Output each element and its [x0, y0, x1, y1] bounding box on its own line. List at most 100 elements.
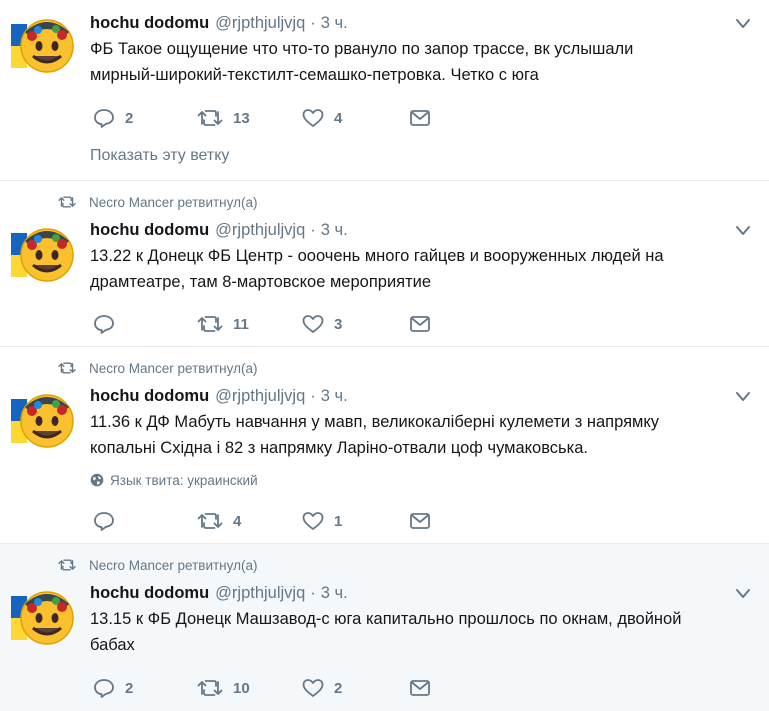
retweet-context: Necro Mancer ретвитнул(а) [58, 193, 257, 211]
direct-message-button[interactable] [409, 106, 431, 130]
reply-count: 2 [125, 109, 134, 127]
show-thread-link[interactable]: Показать эту ветку [90, 147, 229, 165]
tweet-text: 11.36 к ДФ Мабуть навчання у мавп, велик… [90, 409, 758, 461]
author-name[interactable]: hochu dodomu [90, 221, 209, 240]
chevron-down-icon[interactable] [735, 225, 751, 237]
like-button[interactable]: 4 [302, 106, 342, 130]
envelope-icon [410, 513, 430, 529]
avatar[interactable] [11, 10, 79, 78]
retweet-count: 13 [233, 109, 250, 127]
reply-icon [94, 109, 114, 128]
like-count: 4 [334, 109, 343, 127]
smiley-avatar-icon [11, 591, 74, 645]
retweet-icon [58, 361, 76, 375]
reply-button[interactable] [93, 312, 115, 336]
author-handle[interactable]: @rjpthjuljvjq [215, 14, 305, 33]
smiley-avatar-icon [11, 19, 74, 73]
reply-button[interactable]: 2 [93, 676, 133, 700]
heart-icon [302, 512, 324, 530]
tweet[interactable]: Necro Mancer ретвитнул(а) hochu dodomu @… [0, 347, 769, 544]
author-handle[interactable]: @rjpthjuljvjq [215, 584, 305, 603]
reply-button[interactable] [93, 509, 115, 533]
envelope-icon [410, 110, 430, 126]
tweet-text-line: 13.22 к Донецк ФБ Центр - ооочень много … [90, 247, 664, 265]
tweet-text: 13.15 к ФБ Донецк Машзавод-с юга капитал… [90, 606, 758, 658]
retweet-icon [58, 558, 76, 572]
envelope-icon [410, 680, 430, 696]
tweet-language: Язык твита: украинский [90, 471, 258, 489]
tweet-text-line: мирный-широкий-текстилт-семашко-петровка… [90, 66, 539, 84]
author-handle[interactable]: @rjpthjuljvjq [215, 387, 305, 406]
heart-icon [302, 109, 324, 127]
tweet-time[interactable]: 3 ч. [321, 221, 348, 240]
like-count: 2 [334, 679, 343, 697]
tweet-header: hochu dodomu @rjpthjuljvjq · 3 ч. [90, 385, 348, 407]
retweet-button[interactable]: 11 [197, 312, 249, 336]
like-count: 1 [334, 512, 343, 530]
direct-message-button[interactable] [409, 312, 431, 336]
reply-count: 2 [125, 679, 134, 697]
globe-icon [90, 473, 104, 487]
chevron-down-icon[interactable] [735, 18, 751, 30]
direct-message-button[interactable] [409, 676, 431, 700]
heart-icon [302, 315, 324, 333]
retweet-icon [58, 195, 76, 209]
avatar[interactable] [11, 582, 79, 650]
separator-dot: · [310, 583, 316, 602]
heart-icon [302, 679, 324, 697]
separator-dot: · [310, 13, 316, 32]
reply-icon [94, 315, 114, 334]
tweet-text-line: бабах [90, 636, 135, 654]
retweet-count: 4 [233, 512, 242, 530]
retweet-button[interactable]: 4 [197, 509, 241, 533]
tweet-language-label: Язык твита: украинский [110, 472, 258, 488]
retweet-icon [197, 513, 223, 529]
smiley-avatar-icon [11, 394, 74, 448]
retweet-count: 10 [233, 679, 250, 697]
smiley-avatar-icon [11, 228, 74, 282]
avatar[interactable] [11, 219, 79, 287]
retweet-button[interactable]: 10 [197, 676, 250, 700]
reply-button[interactable]: 2 [93, 106, 133, 130]
retweet-icon [197, 680, 223, 696]
tweet-text: ФБ Такое ощущение что что-то рвануло по … [90, 36, 758, 88]
retweet-icon [197, 316, 223, 332]
tweet-text-line: копальні Східна і 82 з напрямку Ларіно-о… [90, 439, 588, 457]
retweet-context-label[interactable]: Necro Mancer ретвитнул(а) [89, 558, 257, 573]
separator-dot: · [310, 386, 316, 405]
direct-message-button[interactable] [409, 509, 431, 533]
tweet-text-line: ФБ Такое ощущение что что-то рвануло по … [90, 40, 634, 58]
reply-icon [94, 679, 114, 698]
retweet-context-label[interactable]: Necro Mancer ретвитнул(а) [89, 361, 257, 376]
envelope-icon [410, 316, 430, 332]
reply-icon [94, 512, 114, 531]
tweet-header: hochu dodomu @rjpthjuljvjq · 3 ч. [90, 12, 348, 34]
retweet-context-label[interactable]: Necro Mancer ретвитнул(а) [89, 195, 257, 210]
tweet-time[interactable]: 3 ч. [321, 387, 348, 406]
author-name[interactable]: hochu dodomu [90, 387, 209, 406]
like-button[interactable]: 1 [302, 509, 342, 533]
tweet-header: hochu dodomu @rjpthjuljvjq · 3 ч. [90, 582, 348, 604]
tweet-header: hochu dodomu @rjpthjuljvjq · 3 ч. [90, 219, 348, 241]
separator-dot: · [310, 220, 316, 239]
tweet-text-line: драмтеатре, там 8-мартовское мероприятие [90, 273, 432, 291]
retweet-count: 11 [233, 315, 249, 333]
tweet-time[interactable]: 3 ч. [321, 584, 348, 603]
retweet-button[interactable]: 13 [197, 106, 250, 130]
chevron-down-icon[interactable] [735, 391, 751, 403]
tweet-text: 13.22 к Донецк ФБ Центр - ооочень много … [90, 243, 758, 295]
tweet-text-line: 11.36 к ДФ Мабуть навчання у мавп, велик… [90, 413, 660, 431]
retweet-context: Necro Mancer ретвитнул(а) [58, 556, 257, 574]
author-name[interactable]: hochu dodomu [90, 14, 209, 33]
chevron-down-icon[interactable] [735, 588, 751, 600]
like-button[interactable]: 2 [302, 676, 342, 700]
author-handle[interactable]: @rjpthjuljvjq [215, 221, 305, 240]
tweet[interactable]: Necro Mancer ретвитнул(а) hochu dodomu @… [0, 544, 769, 711]
tweet[interactable]: hochu dodomu @rjpthjuljvjq · 3 ч. ФБ Так… [0, 0, 769, 181]
like-button[interactable]: 3 [302, 312, 342, 336]
avatar[interactable] [11, 385, 79, 453]
tweet-time[interactable]: 3 ч. [321, 14, 348, 33]
author-name[interactable]: hochu dodomu [90, 584, 209, 603]
tweet[interactable]: Necro Mancer ретвитнул(а) hochu dodomu @… [0, 181, 769, 347]
like-count: 3 [334, 315, 343, 333]
